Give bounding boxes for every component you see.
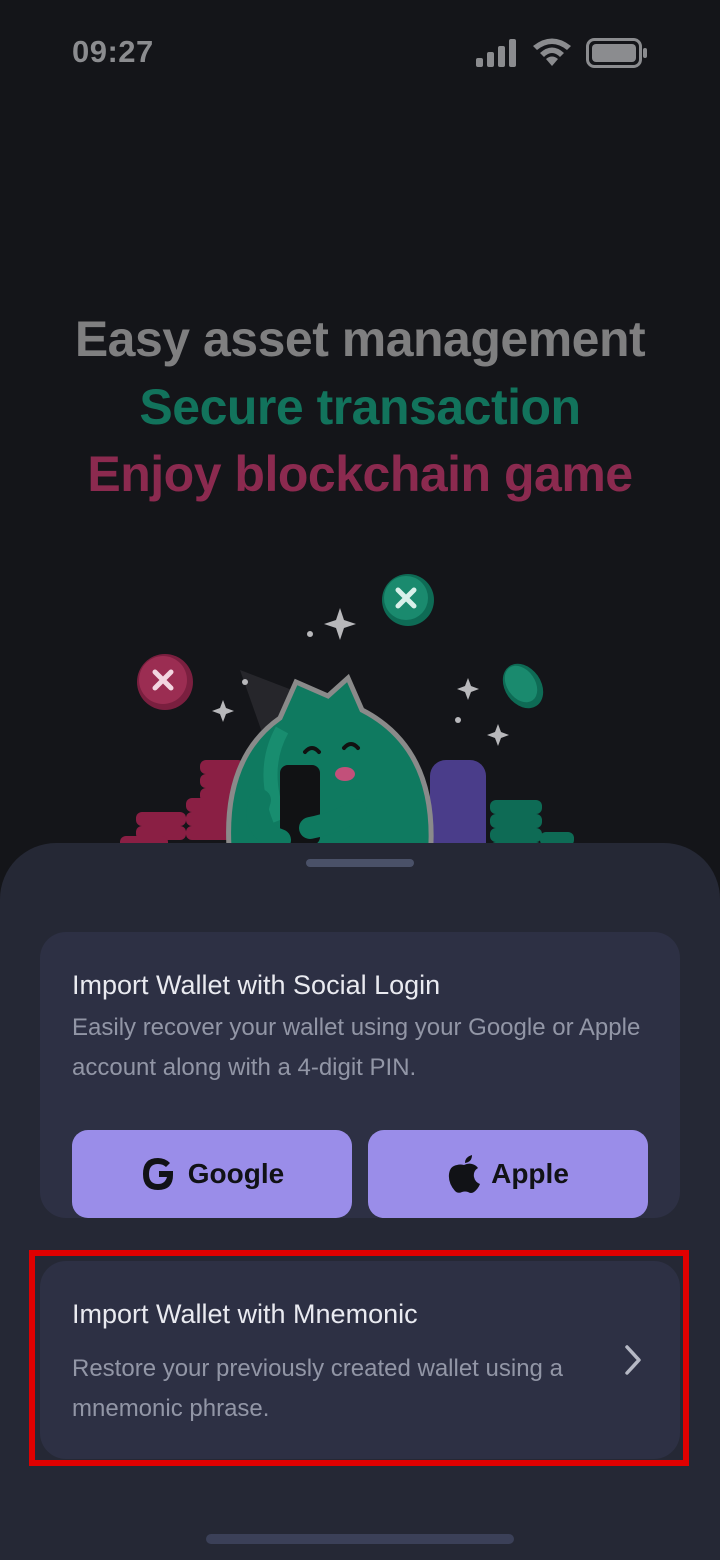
apple-login-button[interactable]: Apple [368,1130,648,1218]
google-icon [142,1158,173,1190]
sparkle-icon [212,700,234,722]
sparkle-icon [457,678,479,700]
headline-secure-transaction: Secure transaction [139,379,581,435]
cellular-signal-icon [476,39,516,67]
highlight-box [29,1250,689,1466]
hero-illustration [120,574,574,860]
apple-button-label: Apple [491,1158,569,1189]
coin-icon [137,654,193,710]
home-indicator [206,1534,514,1544]
social-login-title: Import Wallet with Social Login [72,970,441,1000]
coin-icon [382,574,434,626]
coin-icon [502,663,544,709]
wifi-icon [533,38,571,66]
battery-icon [586,38,647,68]
status-icons [476,38,648,68]
social-login-description: Easily recover your wallet using your Go… [72,1014,641,1081]
google-button-label: Google [187,1158,285,1189]
google-login-button[interactable]: Google [72,1130,352,1218]
status-time: 09:27 [72,34,154,69]
social-login-card: Import Wallet with Social Login Easily r… [40,932,680,1218]
headline-asset-management: Easy asset management [74,311,646,367]
sheet-grabber-handle[interactable] [306,859,414,867]
sparkle-icon [487,724,509,746]
headline-blockchain-game: Enjoy blockchain game [87,446,633,502]
status-bar: 09:27 [0,0,720,110]
sparkle-icon [324,608,356,640]
apple-icon [448,1155,481,1193]
